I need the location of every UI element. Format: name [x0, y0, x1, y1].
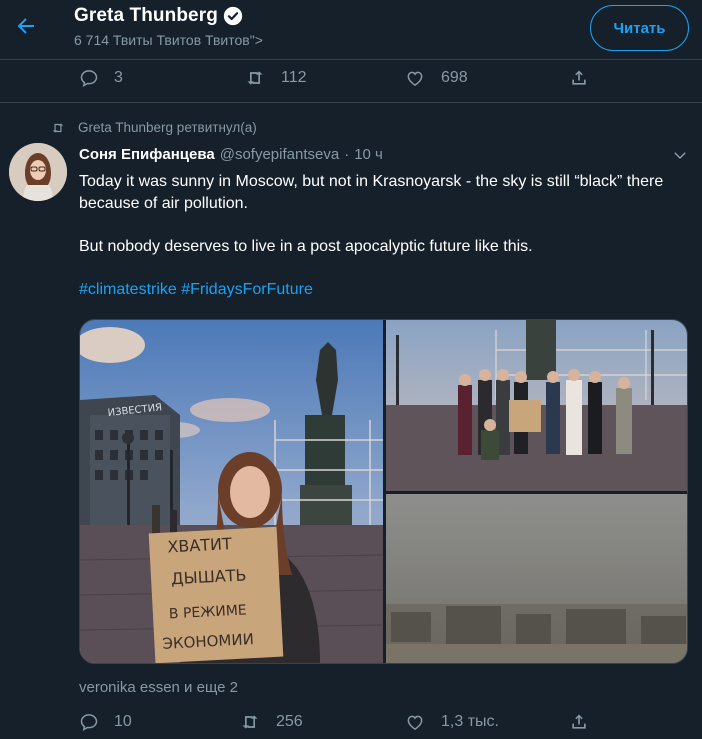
social-context[interactable]: veronika essen и еще 2 — [79, 679, 238, 696]
reply-icon — [80, 70, 98, 87]
reply-count: 10 — [114, 713, 132, 730]
separator-dot: · — [344, 146, 350, 163]
heart-icon — [407, 71, 423, 86]
share-button[interactable] — [569, 68, 589, 88]
reply-count: 3 — [114, 69, 123, 86]
retweet-button[interactable]: 256 — [239, 712, 404, 732]
like-button[interactable]: 1,3 тыс. — [404, 712, 569, 732]
reply-button[interactable]: 3 — [79, 68, 244, 88]
tweet-time[interactable]: 10 ч — [354, 146, 383, 163]
heart-icon — [407, 715, 423, 730]
retweet-context-text: Greta Thunberg ретвитнул(а) — [78, 120, 257, 135]
chevron-down-icon — [674, 152, 686, 160]
back-button[interactable] — [8, 8, 44, 44]
retweet-icon — [52, 122, 64, 133]
reply-button[interactable]: 10 — [79, 712, 239, 732]
reply-icon — [80, 714, 98, 731]
tweet-menu-button[interactable] — [671, 146, 689, 169]
share-button[interactable] — [569, 712, 589, 732]
tweet-actions: 10 256 1,3 тыс. — [79, 707, 589, 737]
retweet-count: 256 — [276, 713, 303, 730]
profile-header: Greta Thunberg 6 714 Твиты Твитов Твитов… — [0, 0, 702, 60]
follow-button[interactable]: Читать — [590, 5, 689, 51]
like-button[interactable]: 698 — [404, 68, 569, 88]
retweet-icon — [247, 71, 263, 85]
tweet-hashtags[interactable]: #climatestrike #FridaysForFuture — [79, 279, 694, 301]
tweet-divider — [0, 102, 702, 103]
retweet-context[interactable]: Greta Thunberg ретвитнул(а) — [50, 120, 257, 135]
sign-line-1: ХВАТИТ — [167, 534, 233, 556]
photo-moscow-protest[interactable]: ИЗВЕСТИЯ ХВАТИТ ДЫШАТЬ В РЕЖИМЕ ЭКОНОМИИ — [80, 320, 383, 663]
tweet-count: 6 714 Твиты Твитов Твитов"> — [74, 32, 263, 48]
retweet-count: 112 — [281, 69, 307, 86]
author-handle[interactable]: @sofyepifantseva — [220, 146, 339, 163]
header-title-block: Greta Thunberg 6 714 Твиты Твитов Твитов… — [74, 5, 263, 48]
share-icon — [572, 714, 586, 729]
tweet-text: Today it was sunny in Moscow, but not in… — [79, 171, 694, 322]
sign-line-2: ДЫШАТЬ — [171, 565, 247, 588]
tweet-paragraph-1: Today it was sunny in Moscow, but not in… — [79, 173, 664, 212]
like-count: 698 — [441, 69, 468, 86]
prev-tweet-actions: 3 112 698 — [79, 63, 589, 93]
photo-group-protest[interactable] — [386, 320, 687, 491]
author-name[interactable]: Соня Епифанцева — [79, 146, 215, 163]
tweet-header: Соня Епифанцева @sofyepifantseva · 10 ч — [79, 146, 383, 163]
author-avatar[interactable] — [9, 143, 67, 201]
verified-badge-icon — [223, 6, 243, 26]
profile-name: Greta Thunberg — [74, 5, 218, 26]
share-icon — [572, 70, 586, 85]
arrow-left-icon — [17, 18, 34, 34]
tweet-paragraph-2: But nobody deserves to live in a post ap… — [79, 237, 533, 255]
retweet-icon — [242, 715, 258, 729]
photo-krasnoyarsk-smog[interactable] — [386, 494, 687, 663]
tweet-media-grid: ИЗВЕСТИЯ ХВАТИТ ДЫШАТЬ В РЕЖИМЕ ЭКОНОМИИ — [79, 319, 688, 664]
retweet-button[interactable]: 112 — [244, 68, 404, 88]
like-count: 1,3 тыс. — [441, 713, 499, 730]
